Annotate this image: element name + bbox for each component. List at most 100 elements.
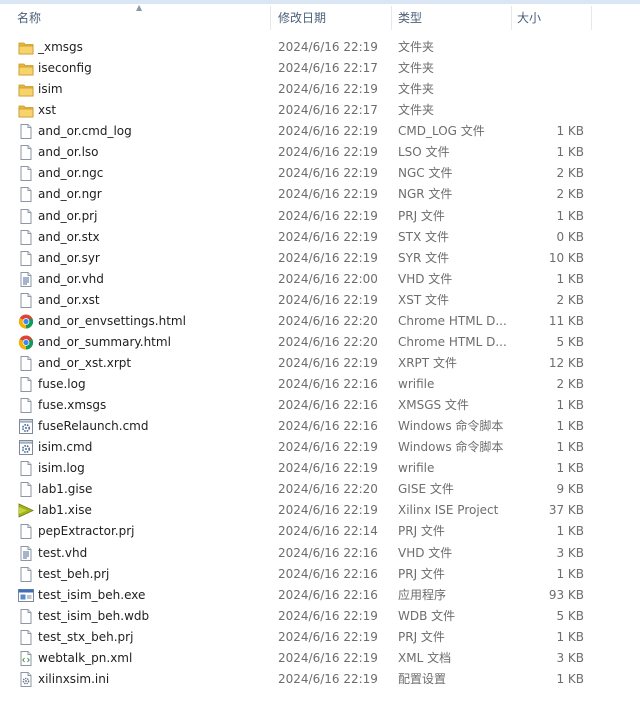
file-type: XMSGS 文件	[398, 398, 469, 413]
chrome-icon	[18, 335, 34, 350]
file-row[interactable]: and_or.ngc 2024/6/16 22:19 NGC 文件 2 KB	[0, 163, 640, 184]
file-size: 1 KB	[556, 524, 584, 539]
file-row[interactable]: isim 2024/6/16 22:19 文件夹	[0, 79, 640, 100]
file-type: Windows 命令脚本	[398, 440, 504, 455]
file-modified-date: 2024/6/16 22:19	[278, 82, 378, 97]
file-name: and_or.ngc	[38, 166, 104, 181]
file-row[interactable]: isim.cmd 2024/6/16 22:19 Windows 命令脚本 1 KB	[0, 437, 640, 458]
column-header-bar: ▲ 名称 修改日期 类型 大小	[0, 4, 640, 32]
file-size: 12 KB	[548, 355, 584, 370]
file-name: and_or.lso	[38, 145, 99, 160]
file-type: PRJ 文件	[398, 524, 445, 539]
column-header-size[interactable]: 大小	[517, 4, 541, 32]
file-type: PRJ 文件	[398, 208, 445, 223]
xml-file-icon	[18, 650, 34, 666]
column-header-date[interactable]: 修改日期	[278, 4, 326, 32]
file-row[interactable]: iseconfig 2024/6/16 22:17 文件夹	[0, 58, 640, 79]
file-row[interactable]: and_or_summary.html 2024/6/16 22:20 Chrome…	[0, 332, 640, 353]
file-size: 1 KB	[556, 671, 584, 686]
file-name: and_or.syr	[38, 250, 100, 265]
file-name: isim.cmd	[38, 440, 93, 455]
file-row[interactable]: and_or.stx 2024/6/16 22:19 STX 文件 0 KB	[0, 227, 640, 248]
file-type: XML 文档	[398, 650, 452, 665]
file-modified-date: 2024/6/16 22:19	[278, 124, 378, 139]
file-size: 2 KB	[556, 292, 584, 307]
file-name: test_beh.prj	[38, 566, 110, 581]
file-modified-date: 2024/6/16 22:20	[278, 482, 378, 497]
file-size: 37 KB	[548, 503, 584, 518]
file-row[interactable]: fuseRelaunch.cmd 2024/6/16 22:16 Windows 命…	[0, 416, 640, 437]
file-row[interactable]: and_or.cmd_log 2024/6/16 22:19 CMD_LOG 文件 1…	[0, 121, 640, 142]
file-row[interactable]: and_or.syr 2024/6/16 22:19 SYR 文件 10 KB	[0, 248, 640, 269]
file-row[interactable]: test_beh.prj 2024/6/16 22:16 PRJ 文件 1 KB	[0, 564, 640, 585]
file-size: 93 KB	[548, 587, 584, 602]
file-type: WDB 文件	[398, 608, 456, 623]
file-row[interactable]: test_isim_beh.exe 2024/6/16 22:16 应用程序 93 K…	[0, 585, 640, 606]
file-modified-date: 2024/6/16 22:19	[278, 229, 378, 244]
file-modified-date: 2024/6/16 22:16	[278, 545, 378, 560]
file-icon	[18, 398, 34, 414]
gear-file-icon	[18, 440, 34, 456]
file-size: 1 KB	[556, 461, 584, 476]
file-size: 3 KB	[556, 545, 584, 560]
file-row[interactable]: test_stx_beh.prj 2024/6/16 22:19 PRJ 文件 1 K…	[0, 627, 640, 648]
file-modified-date: 2024/6/16 22:16	[278, 419, 378, 434]
file-name: lab1.xise	[38, 503, 92, 518]
file-type: 文件夹	[398, 82, 435, 97]
file-modified-date: 2024/6/16 22:16	[278, 566, 378, 581]
file-size: 0 KB	[556, 229, 584, 244]
file-modified-date: 2024/6/16 22:19	[278, 166, 378, 181]
file-name: test_stx_beh.prj	[38, 629, 134, 644]
file-list: _xmsgs 2024/6/16 22:19 文件夹 iseconfig 2024/6/…	[0, 37, 640, 690]
file-size: 3 KB	[556, 650, 584, 665]
file-row[interactable]: and_or.ngr 2024/6/16 22:19 NGR 文件 2 KB	[0, 184, 640, 205]
file-type: STX 文件	[398, 229, 449, 244]
file-row[interactable]: and_or_xst.xrpt 2024/6/16 22:19 XRPT 文件 12 …	[0, 353, 640, 374]
file-row[interactable]: webtalk_pn.xml 2024/6/16 22:19 XML 文档 3 KB	[0, 648, 640, 669]
file-type: XRPT 文件	[398, 355, 457, 370]
file-icon	[18, 566, 34, 582]
file-row[interactable]: and_or.lso 2024/6/16 22:19 LSO 文件 1 KB	[0, 142, 640, 163]
file-icon	[18, 250, 34, 266]
file-type: Windows 命令脚本	[398, 419, 504, 434]
file-type: 文件夹	[398, 40, 435, 54]
file-type: CMD_LOG 文件	[398, 124, 485, 139]
column-divider[interactable]	[591, 6, 592, 30]
file-row[interactable]: fuse.xmsgs 2024/6/16 22:16 XMSGS 文件 1 KB	[0, 395, 640, 416]
column-divider[interactable]	[391, 6, 392, 30]
file-row[interactable]: isim.log 2024/6/16 22:19 wrifile 1 KB	[0, 458, 640, 479]
chrome-icon	[18, 314, 34, 329]
file-row[interactable]: test.vhd 2024/6/16 22:16 VHD 文件 3 KB	[0, 543, 640, 564]
column-header-type[interactable]: 类型	[398, 4, 422, 32]
file-name: fuseRelaunch.cmd	[38, 419, 149, 434]
file-row[interactable]: and_or.prj 2024/6/16 22:19 PRJ 文件 1 KB	[0, 206, 640, 227]
file-icon	[18, 124, 34, 140]
file-type: 应用程序	[398, 587, 447, 602]
file-row[interactable]: test_isim_beh.wdb 2024/6/16 22:19 WDB 文件 5 …	[0, 606, 640, 627]
file-size: 2 KB	[556, 166, 584, 181]
column-header-name[interactable]: 名称	[17, 4, 41, 32]
file-type: LSO 文件	[398, 145, 450, 160]
column-divider[interactable]	[511, 6, 512, 30]
file-row[interactable]: xilinxsim.ini 2024/6/16 22:19 配置设置 1 KB	[0, 669, 640, 690]
file-row[interactable]: and_or.xst 2024/6/16 22:19 XST 文件 2 KB	[0, 290, 640, 311]
file-row[interactable]: and_or_envsettings.html 2024/6/16 22:20 Ch…	[0, 311, 640, 332]
file-type: Chrome HTML D...	[398, 313, 507, 328]
file-modified-date: 2024/6/16 22:19	[278, 292, 378, 307]
file-type: VHD 文件	[398, 545, 453, 560]
file-row[interactable]: pepExtractor.prj 2024/6/16 22:14 PRJ 文件 1 K…	[0, 521, 640, 542]
file-type: VHD 文件	[398, 271, 453, 286]
file-row[interactable]: fuse.log 2024/6/16 22:16 wrifile 2 KB	[0, 374, 640, 395]
file-type: Xilinx ISE Project	[398, 503, 499, 518]
file-row[interactable]: lab1.xise 2024/6/16 22:19 Xilinx ISE Proje…	[0, 500, 640, 521]
file-row[interactable]: lab1.gise 2024/6/16 22:20 GISE 文件 9 KB	[0, 479, 640, 500]
file-type: PRJ 文件	[398, 629, 445, 644]
file-icon	[18, 524, 34, 540]
file-row[interactable]: _xmsgs 2024/6/16 22:19 文件夹	[0, 37, 640, 58]
file-modified-date: 2024/6/16 22:14	[278, 524, 378, 539]
file-name: test.vhd	[38, 545, 88, 560]
gear-file-icon	[18, 419, 34, 435]
column-divider[interactable]	[270, 6, 271, 30]
file-row[interactable]: and_or.vhd 2024/6/16 22:00 VHD 文件 1 KB	[0, 269, 640, 290]
file-row[interactable]: xst 2024/6/16 22:17 文件夹	[0, 100, 640, 121]
